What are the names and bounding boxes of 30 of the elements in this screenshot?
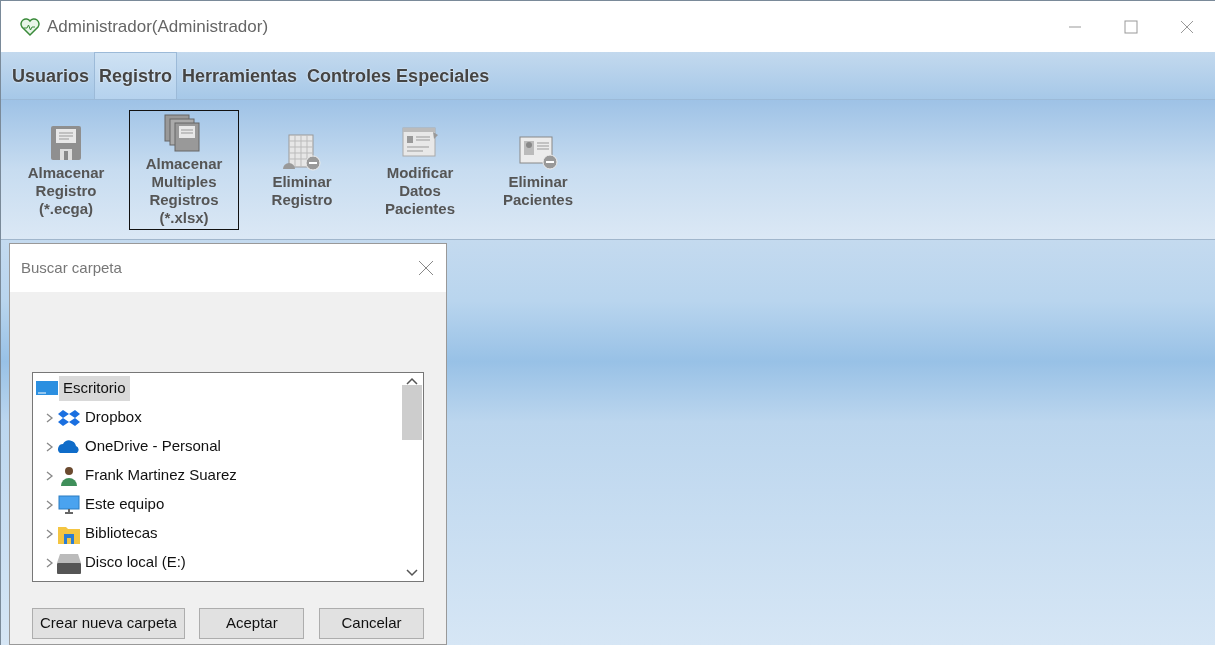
close-button[interactable] xyxy=(418,260,434,276)
ribbon-button[interactable]: Almacenar Registro (*.ecga) xyxy=(11,117,121,222)
scrollbar-thumb[interactable] xyxy=(402,385,422,440)
heart-icon xyxy=(19,16,41,37)
computer-icon xyxy=(57,493,81,516)
scroll-up-icon[interactable] xyxy=(406,377,418,385)
ribbon-tab[interactable]: Herramientas xyxy=(177,52,303,99)
ribbon-button[interactable]: Eliminar Registro xyxy=(247,126,357,213)
ribbon-button[interactable]: Modificar Datos Pacientes xyxy=(365,117,475,222)
close-icon[interactable] xyxy=(1180,19,1194,34)
drive-icon xyxy=(57,551,81,574)
tree-item[interactable]: OneDrive - Personal xyxy=(81,434,225,459)
ribbon-tab[interactable]: Usuarios xyxy=(7,52,95,99)
tree-item[interactable]: Escritorio xyxy=(59,376,130,401)
ribbon-button[interactable]: Almacenar Multiples Registros (*.xlsx) xyxy=(129,109,239,230)
tree-item[interactable]: Dropbox xyxy=(81,405,146,430)
dialog-button[interactable]: Cancelar xyxy=(319,608,424,639)
ribbon-tab[interactable]: Registro xyxy=(94,52,178,99)
dialog-title: Buscar carpeta xyxy=(21,257,122,278)
dialog-button[interactable]: Aceptar xyxy=(199,608,305,639)
tree-item[interactable]: Disco local (E:) xyxy=(81,550,190,575)
tree-item[interactable]: Bibliotecas xyxy=(81,521,162,546)
maximize-icon[interactable] xyxy=(1124,19,1138,34)
ribbon-tab[interactable]: Controles Especiales xyxy=(302,52,495,99)
ribbon-button[interactable]: Eliminar Pacientes xyxy=(483,126,593,213)
tree-item[interactable]: Frank Martinez Suarez xyxy=(81,463,241,488)
tree-item[interactable]: Este equipo xyxy=(81,492,169,517)
dialog-button[interactable]: Crear nueva carpeta xyxy=(32,608,185,639)
scroll-down-icon[interactable] xyxy=(406,569,418,577)
window-title: Administrador(Administrador) xyxy=(47,15,269,38)
